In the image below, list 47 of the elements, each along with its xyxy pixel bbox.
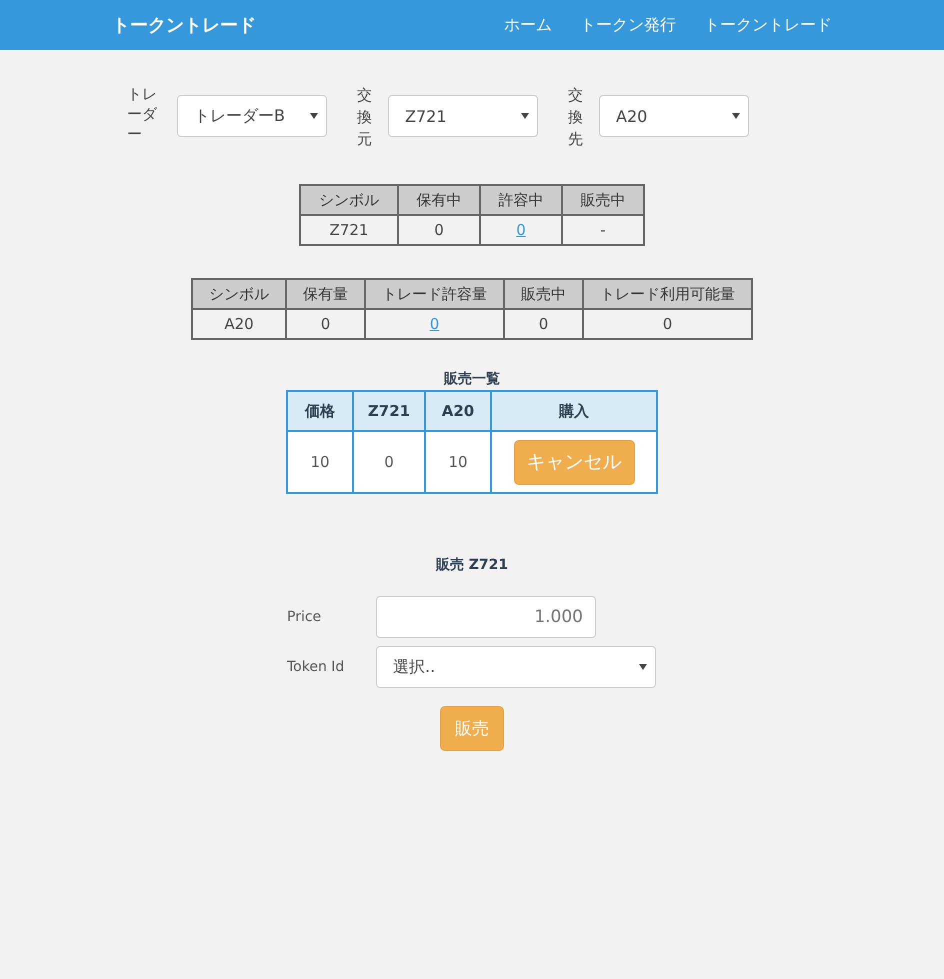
nav-link[interactable]: トークン発行: [580, 14, 676, 36]
selector-label: トレーダー: [127, 84, 158, 144]
brand-link[interactable]: トークントレード: [112, 13, 256, 37]
column-header: シンボル: [300, 185, 398, 215]
table-cell: 0: [398, 215, 480, 245]
cancel-button[interactable]: キャンセル: [514, 440, 634, 484]
column-header: 保有量: [286, 279, 365, 309]
selector-label: 交換先: [568, 85, 583, 150]
section-title: 販売一覧: [444, 370, 500, 388]
table-cell: 0: [353, 431, 425, 493]
field-label: Price: [287, 609, 322, 625]
column-header: 許容中: [480, 185, 562, 215]
column-header: シンボル: [192, 279, 286, 309]
price-field[interactable]: 1.000: [376, 596, 596, 638]
column-header: 価格: [287, 391, 353, 431]
column-header: トレード許容量: [365, 279, 504, 309]
table-cell: Z721: [300, 215, 398, 245]
selector-label: 交換元: [357, 85, 372, 150]
table-cell: 10: [287, 431, 353, 493]
select-dropdown[interactable]: トレーダーB: [177, 95, 327, 137]
table-cell: 10: [425, 431, 491, 493]
caret-icon: [732, 113, 740, 119]
caret-icon: [639, 664, 647, 670]
select-dropdown[interactable]: Z721: [388, 95, 538, 137]
column-header: 販売中: [504, 279, 583, 309]
amount-link[interactable]: 0: [430, 315, 440, 333]
column-header: 販売中: [562, 185, 644, 215]
section-title: 販売 Z721: [436, 556, 508, 574]
table-cell: 0: [504, 309, 583, 339]
column-header: A20: [425, 391, 491, 431]
select-dropdown[interactable]: A20: [599, 95, 749, 137]
table-cell: -: [562, 215, 644, 245]
table-cell: A20: [192, 309, 286, 339]
caret-icon: [521, 113, 529, 119]
caret-icon: [310, 113, 318, 119]
column-header: 購入: [491, 391, 657, 431]
column-header: Z721: [353, 391, 425, 431]
table-cell: 0: [583, 309, 752, 339]
nav-link[interactable]: ホーム: [504, 14, 552, 36]
column-header: トレード利用可能量: [583, 279, 752, 309]
amount-link[interactable]: 0: [516, 221, 526, 239]
select-dropdown[interactable]: 選択..: [376, 646, 656, 688]
column-header: 保有中: [398, 185, 480, 215]
table-cell: 0: [286, 309, 365, 339]
nav-link[interactable]: トークントレード: [704, 14, 832, 36]
field-label: Token Id: [287, 659, 346, 675]
sell-button[interactable]: 販売: [440, 706, 504, 751]
